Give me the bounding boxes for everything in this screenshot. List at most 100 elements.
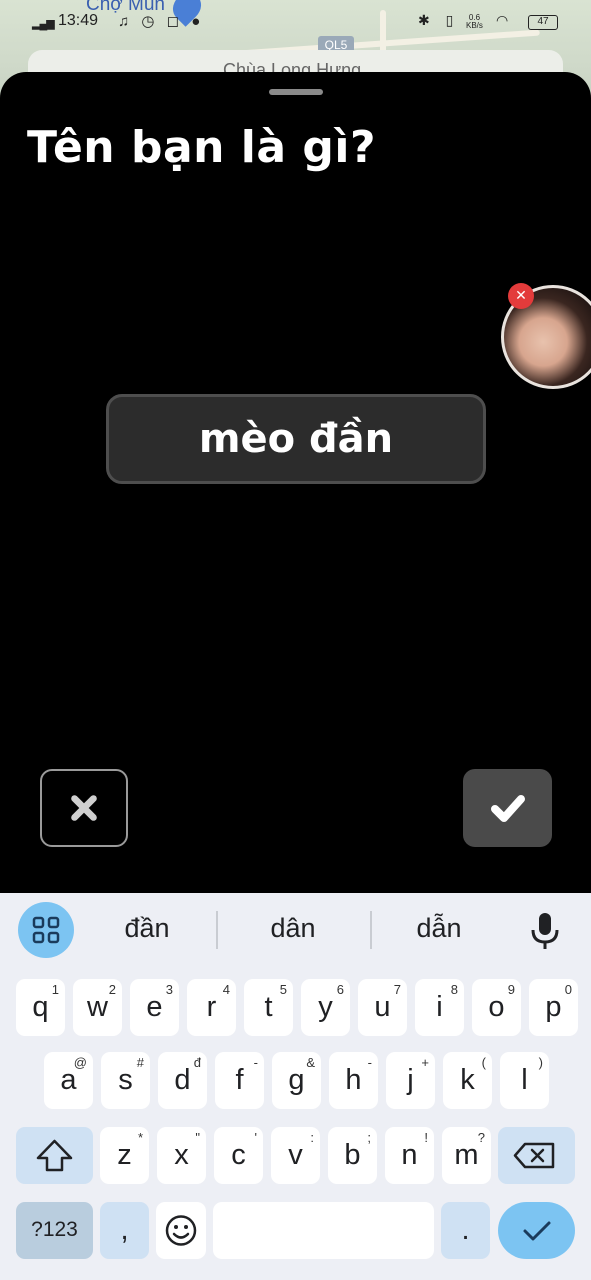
- key-v[interactable]: v:: [271, 1127, 320, 1184]
- microphone-icon[interactable]: [528, 910, 562, 952]
- key-secondary-label: @: [73, 1055, 87, 1070]
- key-secondary-label: ": [195, 1130, 200, 1145]
- key-label: i: [436, 991, 443, 1023]
- space-key[interactable]: [213, 1202, 434, 1259]
- key-p[interactable]: p0: [529, 979, 578, 1036]
- confirm-button[interactable]: [463, 769, 552, 847]
- key-t[interactable]: t5: [244, 979, 293, 1036]
- key-secondary-label: 0: [564, 982, 572, 997]
- key-secondary-label: 8: [450, 982, 458, 997]
- key-label: c: [231, 1139, 246, 1171]
- key-secondary-label: đ: [193, 1055, 201, 1070]
- key-w[interactable]: w2: [73, 979, 122, 1036]
- key-secondary-label: 4: [222, 982, 230, 997]
- key-i[interactable]: i8: [415, 979, 464, 1036]
- period-key[interactable]: .: [441, 1202, 490, 1259]
- key-secondary-label: 9: [507, 982, 515, 997]
- key-r[interactable]: r4: [187, 979, 236, 1036]
- name-sheet: Tên bạn là gì? mèo đần: [0, 72, 591, 902]
- key-m[interactable]: m?: [442, 1127, 491, 1184]
- emoji-key[interactable]: [156, 1202, 206, 1259]
- key-l[interactable]: l): [500, 1052, 549, 1109]
- key-y[interactable]: y6: [301, 979, 350, 1036]
- key-secondary-label: *: [137, 1130, 143, 1145]
- cancel-button[interactable]: [40, 769, 128, 847]
- key-label: e: [146, 991, 163, 1023]
- key-b[interactable]: b;: [328, 1127, 377, 1184]
- key-label: x: [174, 1139, 189, 1171]
- key-label: u: [374, 991, 391, 1023]
- key-f[interactable]: f-: [215, 1052, 264, 1109]
- key-label: t: [264, 991, 273, 1023]
- suggestion-1[interactable]: đần: [72, 913, 222, 944]
- grid-icon: [32, 916, 60, 944]
- backspace-key[interactable]: [498, 1127, 575, 1184]
- comma-key[interactable]: ,: [100, 1202, 149, 1259]
- network-speed: 0.6 KB/s: [466, 13, 483, 30]
- key-secondary-label: -: [253, 1055, 258, 1070]
- close-icon: [71, 795, 97, 821]
- key-secondary-label: ?: [477, 1130, 485, 1145]
- suggestion-3[interactable]: dẫn: [364, 913, 514, 944]
- key-label: k: [460, 1064, 475, 1096]
- notification-icons: ♫ ◷ ◻ ●: [118, 13, 205, 30]
- key-label: y: [318, 991, 333, 1023]
- key-label: g: [288, 1064, 305, 1096]
- key-x[interactable]: x ": [157, 1127, 206, 1184]
- key-d[interactable]: dđ: [158, 1052, 207, 1109]
- key-secondary-label: ;: [367, 1130, 371, 1145]
- key-a[interactable]: a @: [44, 1052, 93, 1109]
- key-g[interactable]: g &: [272, 1052, 321, 1109]
- key-label: l: [521, 1064, 528, 1096]
- key-secondary-label: (: [481, 1055, 486, 1070]
- status-time: 13:49: [58, 12, 99, 29]
- key-secondary-label: :: [310, 1130, 314, 1145]
- key-j[interactable]: j +: [386, 1052, 435, 1109]
- key-secondary-label: &: [306, 1055, 315, 1070]
- key-z[interactable]: z *: [100, 1127, 149, 1184]
- key-u[interactable]: u7: [358, 979, 407, 1036]
- key-secondary-label: -: [367, 1055, 372, 1070]
- check-icon: [523, 1221, 551, 1241]
- key-label: f: [235, 1064, 244, 1096]
- shift-key[interactable]: [16, 1127, 93, 1184]
- key-label: w: [87, 991, 108, 1023]
- key-label: j: [407, 1064, 414, 1096]
- keyboard-apps-button[interactable]: [18, 902, 74, 958]
- key-label: o: [488, 991, 505, 1023]
- key-label: s: [118, 1064, 133, 1096]
- backspace-icon: [513, 1142, 555, 1169]
- key-secondary-label: 5: [279, 982, 287, 997]
- key-label: h: [345, 1064, 362, 1096]
- key-label: b: [344, 1139, 361, 1171]
- key-label: q: [32, 991, 49, 1023]
- wifi-icon: ◠: [496, 12, 509, 28]
- enter-key[interactable]: [498, 1202, 575, 1259]
- key-secondary-label: 7: [393, 982, 401, 997]
- symbols-key[interactable]: ?123: [16, 1202, 93, 1259]
- key-label: p: [545, 991, 562, 1023]
- key-secondary-label: 1: [51, 982, 59, 997]
- key-c[interactable]: c ': [214, 1127, 263, 1184]
- suggestion-bar: đần dân dẫn: [0, 893, 591, 965]
- key-o[interactable]: o9: [472, 979, 521, 1036]
- name-input[interactable]: mèo đần: [106, 394, 486, 484]
- key-h[interactable]: h-: [329, 1052, 378, 1109]
- key-label: n: [401, 1139, 418, 1171]
- battery-icon: 47: [528, 15, 558, 30]
- status-bar: ▂▄▆ 13:49 ♫ ◷ ◻ ● ✱ ▯ 0.6 KB/s ◠ 47: [0, 8, 591, 36]
- drag-handle[interactable]: [269, 89, 323, 95]
- key-s[interactable]: s #: [101, 1052, 150, 1109]
- key-n[interactable]: n!: [385, 1127, 434, 1184]
- key-q[interactable]: q1: [16, 979, 65, 1036]
- page-title: Tên bạn là gì?: [27, 122, 376, 173]
- key-e[interactable]: e3: [130, 979, 179, 1036]
- key-secondary-label: #: [136, 1055, 144, 1070]
- signal-icon: ▂▄▆: [32, 18, 55, 30]
- bluetooth-vibrate-icons: ✱ ▯: [418, 12, 460, 28]
- key-secondary-label: 3: [165, 982, 173, 997]
- suggestion-2[interactable]: dân: [218, 913, 368, 944]
- key-label: z: [117, 1139, 132, 1171]
- avatar-badge[interactable]: ✕: [508, 283, 534, 309]
- key-k[interactable]: k(: [443, 1052, 492, 1109]
